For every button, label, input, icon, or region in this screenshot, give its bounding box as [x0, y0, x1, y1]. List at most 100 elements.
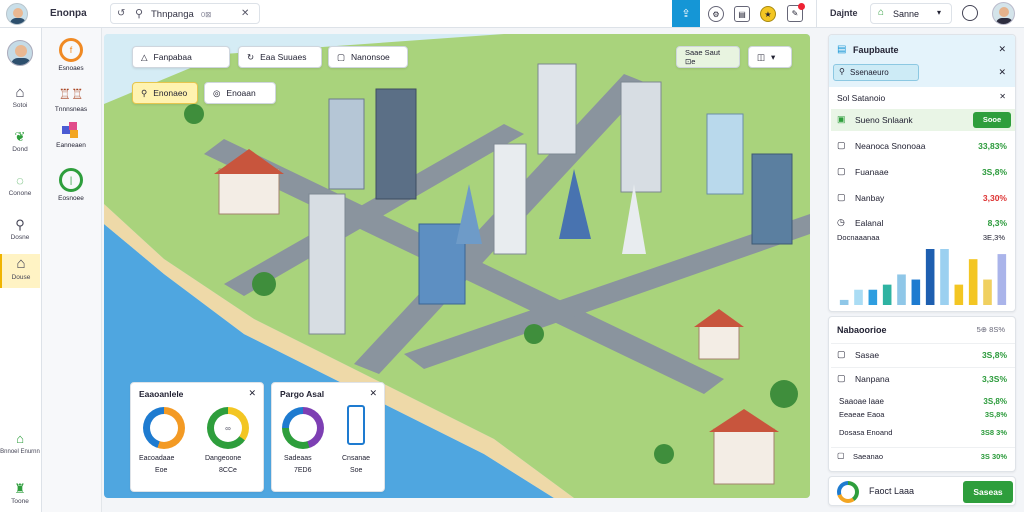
summary-panel: Nabaoorioe 5⊕ 8S% ▢ Sasae 3S,8% ▢ Nanpan… [828, 316, 1016, 472]
list-item[interactable]: ▢ Nanbay 3,30% [831, 187, 1015, 209]
profile-icon[interactable] [962, 5, 978, 21]
chart-bar [854, 289, 863, 305]
row-action-button[interactable]: Sooe [973, 112, 1011, 128]
search-icon: ⚲ [135, 8, 144, 20]
city-map[interactable]: △ Fanpabaa ↻ Eaa Suuaes ▢ Nanonsoe ⚲ Eno… [104, 34, 810, 498]
footer-button[interactable]: Saseas [963, 481, 1013, 503]
chart-bar [954, 284, 964, 305]
list-item[interactable]: ◷ Ealanal 8,3% [831, 213, 1015, 233]
doc-icon: ▢ [837, 451, 845, 460]
sidebar-item-bnnoel[interactable]: ⌂ Bnnoel Enurnn [0, 430, 40, 466]
list-item[interactable]: ▢ Neanoca Snonoaa 33,83% [831, 135, 1015, 157]
stats-card-1: Eaaoanlele ✕ ∞ Eacoadaae Eoe Dangeoone 8… [130, 382, 264, 492]
layers-map-icon: ◫ [757, 51, 766, 62]
leftpanel-item-4[interactable]: | Eosnoee [42, 168, 100, 202]
sidebar-avatar[interactable] [7, 40, 33, 66]
donut-chart [282, 407, 324, 449]
search-input[interactable]: Thnpanga [151, 9, 194, 20]
section-title: Nabaoorioe [837, 325, 887, 335]
share-button[interactable]: ⇪ [672, 0, 700, 27]
sidebar-item-douse[interactable]: ⌂ Douse [0, 254, 40, 288]
house-active-icon: ⌂ [16, 255, 26, 272]
section-label: Sol Satanoio [837, 93, 886, 103]
list-item[interactable]: ▢ Fuanaae 3S,8% [831, 161, 1015, 183]
right-panel: ▤ Faupbaute ✕ ⚲ Ssenaeuro ✕ Sol Satanoio… [828, 34, 1016, 506]
avatar-right[interactable] [992, 2, 1015, 25]
doc-icon: ▢ [837, 349, 846, 359]
footer-panel: Faoct Laaa Saseas [828, 476, 1016, 506]
sidebar: ⌂ Sotoi ❦ Dond ◌ Conone ⚲ Dosne ⌂ Douse … [0, 28, 42, 512]
ring-icon: | [59, 168, 83, 192]
circle-tool-icon: ◎ [213, 87, 221, 98]
tool-button-5[interactable]: ◎ Enoaan [204, 82, 276, 104]
sidebar-item-dosne[interactable]: ⚲ Dosne [0, 216, 40, 248]
list-item[interactable]: Saaoae laae 3S,8% [831, 395, 1015, 409]
doc-icon: ▢ [837, 140, 846, 150]
panel-icon: ▤ [837, 44, 847, 55]
chevron-down-icon: ▾ [771, 51, 776, 62]
search-box[interactable]: ↺ ⚲ Thnpanga 0⊠ ✕ [110, 3, 260, 24]
factory-icon: ♖♖ [58, 86, 84, 102]
list-item[interactable]: ▢ Saeanao 3S 30% [831, 447, 1015, 463]
chart-bar [968, 259, 978, 305]
chart-bar [897, 274, 906, 305]
info-panel: ▤ Faupbaute ✕ ⚲ Ssenaeuro ✕ Sol Satanoio… [828, 34, 1016, 312]
close-icon[interactable]: ✕ [998, 67, 1006, 78]
sidebar-item-toone[interactable]: ♜ Toone [0, 480, 40, 510]
list-item[interactable]: Dosasa Enoand 3S8 3% [831, 427, 1015, 441]
map-mode-label[interactable]: Saae Saut ⊡e [676, 46, 740, 68]
panel-title: Faupbaute [853, 45, 899, 55]
warning-icon: △ [141, 51, 148, 62]
tower-icon: ♜ [14, 481, 26, 496]
blocks-icon [62, 122, 80, 138]
chart-bar [925, 249, 935, 305]
stat-value: 7ED6 [294, 467, 312, 474]
bar-chart [839, 249, 1007, 305]
tool-button-4[interactable]: ⚲ Enonaeo [132, 82, 198, 104]
close-icon[interactable]: ✕ [241, 8, 249, 19]
donut-chart: ∞ [207, 407, 249, 449]
top-bar: Enonpa ↺ ⚲ Thnpanga 0⊠ ✕ ⇪ ⚙ ▤ ★ ✎ Dajnt… [0, 0, 1024, 28]
leftpanel-item-2[interactable]: ♖♖ Tnnnsneas [42, 84, 100, 113]
map-view-toggle[interactable]: ◫ ▾ [748, 46, 792, 68]
donut-chart [143, 407, 185, 449]
tool-button-1[interactable]: △ Fanpabaa [132, 46, 230, 68]
house [713, 428, 775, 485]
tree [524, 324, 544, 344]
close-icon[interactable]: ✕ [248, 388, 256, 399]
tool-button-3[interactable]: ▢ Nanonsoe [328, 46, 408, 68]
building-icon: ⌂ [16, 431, 24, 446]
leftpanel-item-1[interactable]: f Esnoaes [42, 38, 100, 72]
checkbox-icon[interactable]: ▣ [837, 114, 846, 125]
sidebar-item-dond[interactable]: ❦ Dond [0, 128, 40, 160]
leftpanel-item-3[interactable]: Eanneaen [42, 122, 100, 149]
notification-icon[interactable]: ✎ [787, 3, 805, 22]
stat-value: Soe [350, 467, 363, 474]
chevron-down-icon[interactable]: ▾ [937, 8, 941, 17]
tab-selector[interactable]: ⌂ Sanne ▾ [870, 3, 952, 24]
chart-bar [911, 279, 921, 305]
back-icon[interactable]: ↺ [117, 8, 125, 19]
avatar[interactable] [6, 3, 28, 25]
settings-icon[interactable]: ⚙ [708, 6, 724, 22]
sidebar-item-conone[interactable]: ◌ Conone [0, 172, 40, 204]
pin-tool-icon: ⚲ [141, 87, 148, 98]
close-icon[interactable]: ✕ [998, 44, 1006, 55]
list-item[interactable]: ▣ Sueno Snlaank Sooe [831, 109, 1015, 131]
panel-search[interactable]: ⚲ Ssenaeuro [833, 64, 919, 81]
sidebar-item-sotoi[interactable]: ⌂ Sotoi [0, 84, 40, 116]
list-item[interactable]: Eeaeae Eaoa 3S,8% [831, 409, 1015, 423]
chart-bar [882, 284, 892, 305]
chart-bar [839, 299, 849, 305]
tool-button-2[interactable]: ↻ Eaa Suuaes [238, 46, 322, 68]
tree [770, 380, 798, 408]
list-item[interactable]: ▢ Sasae 3S,8% [831, 343, 1015, 365]
stat-label: Dangeoone [205, 455, 242, 462]
close-icon[interactable]: ✕ [999, 92, 1006, 101]
user-label[interactable]: Dajnte [830, 8, 858, 18]
building [308, 193, 346, 335]
list-item[interactable]: ▢ Nanpana 3,3S% [831, 367, 1015, 389]
coin-icon[interactable]: ★ [760, 6, 776, 22]
close-icon[interactable]: ✕ [369, 388, 377, 399]
layers-icon[interactable]: ▤ [734, 6, 750, 22]
